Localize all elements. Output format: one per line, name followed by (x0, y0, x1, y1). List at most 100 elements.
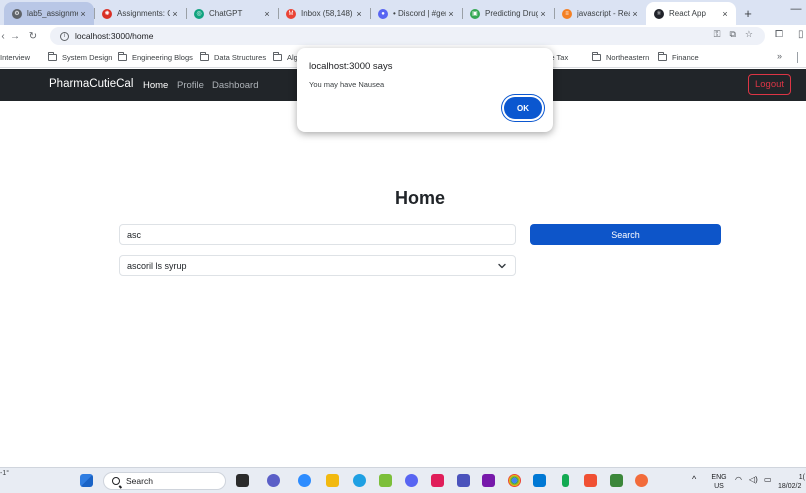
forward-icon[interactable]: → (6, 27, 24, 45)
folder-icon (118, 52, 127, 61)
install-app-icon[interactable]: ⧉ (729, 29, 735, 40)
bookmark-item[interactable]: System Design (48, 52, 113, 62)
file-explorer-icon[interactable] (326, 474, 339, 487)
taskbar-search-label: Search (126, 476, 153, 486)
browser-tab[interactable]: ✺ Assignments: CS× (94, 2, 186, 25)
browser-tab[interactable]: ● • Discord | #gene× (370, 2, 462, 25)
alert-message: You may have Nausea (309, 80, 385, 89)
bookmark-item[interactable]: Alg (273, 52, 298, 62)
browser-tab[interactable]: ▣ Predicting Drug × (462, 2, 554, 25)
browser-tab-active[interactable]: ⚛ React App × (646, 2, 736, 25)
url-text: localhost:3000/home (75, 31, 154, 41)
browser-tab[interactable]: ◎ ChatGPT × (186, 2, 278, 25)
side-panel-icon[interactable]: ▯ (798, 29, 804, 40)
tab-favicon-icon: ⚛ (654, 8, 664, 19)
browser-tab[interactable]: M Inbox (58,148) - × (278, 2, 370, 25)
git-icon[interactable] (584, 474, 597, 487)
tab-favicon-icon: ▣ (470, 8, 480, 19)
tab-close-icon[interactable]: × (446, 9, 456, 19)
windows-start-icon[interactable] (80, 474, 93, 487)
tab-title: Assignments: CS (117, 9, 170, 18)
site-info-icon[interactable]: i (60, 31, 69, 41)
clock[interactable]: 1( 18/02/2 (778, 473, 806, 491)
tab-title: Predicting Drug (485, 9, 538, 18)
folder-icon (592, 52, 601, 61)
mongodb-icon[interactable] (562, 474, 569, 487)
tab-close-icon[interactable]: × (262, 9, 272, 19)
browser-tab[interactable]: ≡ javascript - React× (554, 2, 646, 25)
bookmark-item[interactable]: Data Structures (200, 52, 266, 62)
tab-title: Inbox (58,148) - (301, 9, 354, 18)
extensions-icon[interactable]: ⧠ (775, 29, 783, 40)
tab-close-icon[interactable]: × (170, 9, 180, 19)
slack-icon[interactable] (431, 474, 444, 487)
address-bar[interactable]: i localhost:3000/home ⚿ ⧉ ☆ (50, 27, 765, 45)
tab-title: ChatGPT (209, 9, 243, 18)
task-view-icon[interactable] (236, 474, 249, 487)
bookmark-item[interactable]: Engineering Blogs (118, 52, 193, 62)
reload-icon[interactable]: ↻ (24, 27, 42, 45)
password-key-icon[interactable]: ⚿ (714, 29, 721, 40)
nav-home-link[interactable]: Home (143, 80, 168, 91)
chrome-icon[interactable] (508, 474, 521, 487)
search-icon (112, 477, 120, 485)
taskbar-search[interactable]: Search (103, 472, 226, 490)
onenote-icon[interactable] (482, 474, 495, 487)
nav-profile-link[interactable]: Profile (177, 80, 204, 91)
tab-favicon-icon: M (286, 8, 296, 19)
node-icon[interactable] (610, 474, 623, 487)
tab-close-icon[interactable]: × (538, 9, 548, 19)
tab-favicon-icon: ● (378, 8, 388, 19)
more-bookmarks-icon[interactable]: » (777, 51, 782, 61)
bookmark-item[interactable]: Northeastern (592, 52, 649, 62)
folder-icon (48, 52, 57, 61)
tab-favicon-icon: ✺ (102, 8, 112, 19)
folder-icon (200, 52, 209, 61)
bookmark-item[interactable]: Interview (0, 53, 30, 62)
tab-title: • Discord | #gene (393, 9, 446, 18)
tab-title: javascript - React (577, 9, 630, 18)
tab-close-icon[interactable]: × (720, 9, 730, 19)
volume-icon[interactable]: ◁) (749, 475, 758, 484)
browser-tab[interactable]: ⚙ lab5_assignment× (4, 2, 94, 25)
search-button[interactable]: Search (530, 224, 721, 245)
postman-icon[interactable] (635, 474, 648, 487)
nav-dashboard-link[interactable]: Dashboard (212, 80, 258, 91)
discord-icon[interactable] (405, 474, 418, 487)
drug-select[interactable]: ascoril ls syrup (119, 255, 516, 276)
alert-ok-button[interactable]: OK (504, 97, 542, 119)
battery-icon[interactable]: ▭ (764, 475, 772, 484)
bookmark-label: System Design (62, 53, 113, 62)
language-code: ENG (711, 474, 727, 481)
edge-icon[interactable] (353, 474, 366, 487)
selected-drug-text: ascoril ls syrup (127, 260, 187, 271)
tab-close-icon[interactable]: × (630, 9, 640, 19)
zoom-icon[interactable] (298, 474, 311, 487)
teams-icon[interactable] (457, 474, 470, 487)
bookmark-item[interactable]: Finance (658, 52, 699, 62)
chevron-up-icon[interactable]: ^ (692, 474, 696, 484)
language-indicator[interactable]: ENG US (708, 473, 730, 491)
new-tab-button[interactable]: + (736, 2, 760, 25)
logout-button[interactable]: Logout (748, 74, 791, 95)
tab-close-icon[interactable]: × (354, 9, 364, 19)
drug-search-input[interactable] (119, 224, 516, 245)
tab-title: React App (669, 9, 706, 18)
teams-chat-icon[interactable] (267, 474, 280, 487)
app-brand[interactable]: PharmaCutieCal (49, 78, 133, 90)
page-title: Home (394, 188, 445, 208)
tab-favicon-icon: ≡ (562, 8, 572, 19)
tab-title: lab5_assignment (27, 9, 78, 18)
app-icon[interactable] (379, 474, 392, 487)
minimize-button[interactable]: — (786, 3, 806, 15)
windows-taskbar: Search ^ ENG US ◠ ◁) ▭ 1( 18/02/2 (0, 467, 806, 493)
wifi-icon[interactable]: ◠ (735, 475, 742, 484)
browser-toolbar: ‹ → ↻ i localhost:3000/home ⚿ ⧉ ☆ ⧠ ▯ (0, 25, 806, 47)
bookmark-label: Interview (0, 53, 31, 62)
tab-close-icon[interactable]: × (78, 9, 88, 19)
bookmark-star-icon[interactable]: ☆ (745, 29, 753, 40)
bookmarks-separator (797, 52, 798, 63)
weather-widget[interactable]: -1° (0, 470, 9, 477)
alert-title: localhost:3000 says (309, 61, 393, 72)
vscode-icon[interactable] (533, 474, 546, 487)
